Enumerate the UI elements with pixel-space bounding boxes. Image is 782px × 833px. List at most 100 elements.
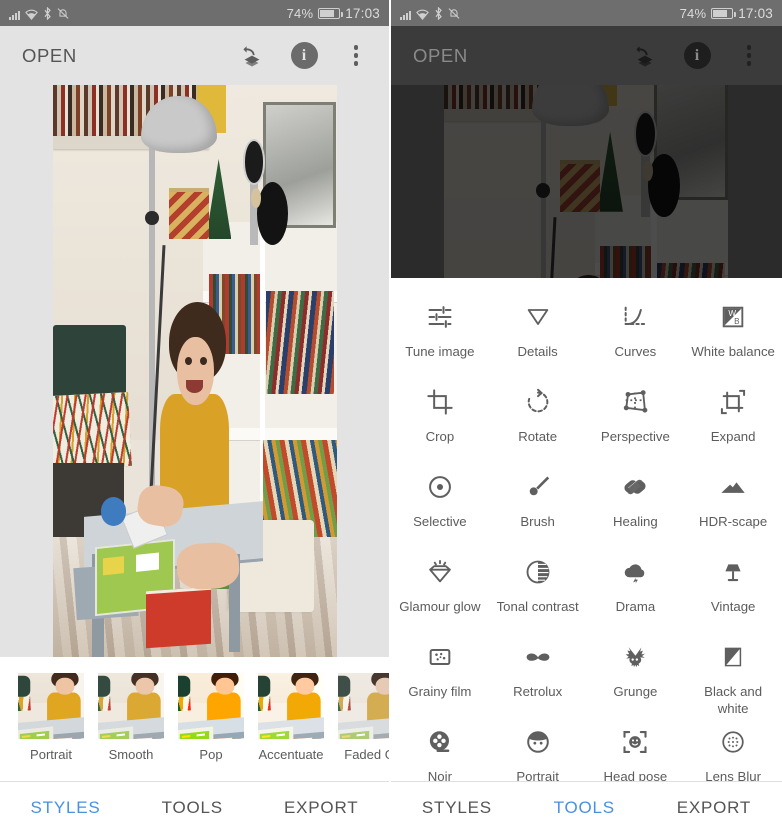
style-thumbnail[interactable] [98, 673, 164, 739]
style-item-faded-glow[interactable]: Faded Gl [338, 673, 389, 762]
bandage-icon [621, 470, 649, 504]
tool-grainy-film[interactable]: Grainy film [391, 636, 489, 721]
signal-icon [400, 9, 411, 20]
edited-photo[interactable] [52, 84, 337, 658]
edit-history-icon[interactable] [630, 41, 660, 71]
face-icon [524, 725, 552, 759]
moustache-icon [524, 640, 552, 674]
tool-label: Vintage [710, 599, 756, 614]
white-balance-icon: W B [719, 300, 747, 334]
brush-icon [524, 470, 552, 504]
mute-icon [57, 7, 69, 20]
curve-icon [621, 300, 649, 334]
storm-cloud-icon [621, 555, 649, 589]
tool-expand[interactable]: Expand [684, 381, 782, 466]
open-button[interactable]: OPEN [413, 45, 630, 67]
tab-export[interactable]: EXPORT [284, 798, 358, 818]
mute-icon [448, 7, 460, 20]
tool-label: Grainy film [408, 684, 472, 699]
style-thumbnail[interactable] [338, 673, 389, 739]
status-bar-right: 74% 17:03 [680, 6, 773, 21]
tool-brush[interactable]: Brush [489, 466, 587, 551]
target-dot-icon [426, 470, 454, 504]
tool-retrolux[interactable]: Retrolux [489, 636, 587, 721]
tool-curves[interactable]: Curves [587, 296, 685, 381]
signal-icon [9, 9, 20, 20]
overflow-menu-icon[interactable] [734, 41, 764, 71]
lamp-icon [719, 555, 747, 589]
tool-details[interactable]: Details [489, 296, 587, 381]
style-thumbnail[interactable] [178, 673, 244, 739]
styles-filmstrip[interactable]: Portrait Smooth Pop Accentuate Faded [0, 657, 389, 775]
style-label: Portrait [30, 747, 72, 762]
tool-healing[interactable]: Healing [587, 466, 685, 551]
tool-label: Rotate [518, 429, 558, 444]
tool-black-and-white[interactable]: Black and white [684, 636, 782, 721]
tab-tools[interactable]: TOOLS [554, 798, 615, 818]
app-bar-actions: i [630, 41, 764, 71]
tool-label: White balance [691, 344, 775, 359]
wifi-icon [25, 9, 38, 20]
style-item-accentuate[interactable]: Accentuate [258, 673, 324, 762]
tab-styles[interactable]: STYLES [422, 798, 492, 818]
tool-label: Details [517, 344, 558, 359]
style-label: Smooth [108, 747, 154, 762]
info-icon[interactable]: i [289, 41, 319, 71]
wifi-icon [416, 9, 429, 20]
clock: 17:03 [345, 5, 380, 21]
style-item-pop[interactable]: Pop [178, 673, 244, 762]
status-bar: 74% 17:03 [0, 0, 389, 26]
overflow-menu-icon[interactable] [341, 41, 371, 71]
tools-grid: Tune image Details Curves W B White bala… [391, 278, 782, 806]
tool-rotate[interactable]: Rotate [489, 381, 587, 466]
lens-blur-icon [719, 725, 747, 759]
left-phone-panel: 74% 17:03 OPEN i Portrait Smooth Pop Acc… [0, 0, 391, 833]
tool-grunge[interactable]: Grunge [587, 636, 685, 721]
info-glyph: i [683, 42, 711, 69]
tool-perspective[interactable]: Perspective [587, 381, 685, 466]
tool-vintage[interactable]: Vintage [684, 551, 782, 636]
perspective-icon [621, 385, 649, 419]
film-reel-icon [426, 725, 454, 759]
info-icon[interactable]: i [682, 41, 712, 71]
style-thumbnail[interactable] [18, 673, 84, 739]
half-circle-icon [524, 555, 552, 589]
screenshot-root: 74% 17:03 OPEN i Portrait Smooth Pop Acc… [0, 0, 782, 833]
tool-crop[interactable]: Crop [391, 381, 489, 466]
tool-white-balance[interactable]: W B White balance [684, 296, 782, 381]
svg-text:B: B [734, 317, 740, 326]
tool-label: Selective [413, 514, 467, 529]
tool-glamour-glow[interactable]: Glamour glow [391, 551, 489, 636]
tool-tonal-contrast[interactable]: Tonal contrast [489, 551, 587, 636]
tool-tune-image[interactable]: Tune image [391, 296, 489, 381]
edited-photo-dimmed[interactable] [444, 85, 728, 278]
battery-icon [318, 7, 343, 19]
bottom-tab-bar: STYLES TOOLS EXPORT [391, 781, 782, 833]
photo-canvas[interactable] [0, 84, 389, 658]
tool-label: Drama [615, 599, 656, 614]
style-thumbnail[interactable] [258, 673, 324, 739]
tab-export[interactable]: EXPORT [677, 798, 751, 818]
tool-label: Crop [425, 429, 455, 444]
tool-drama[interactable]: Drama [587, 551, 685, 636]
style-item-smooth[interactable]: Smooth [98, 673, 164, 762]
dimmed-photo-preview[interactable] [391, 85, 782, 278]
triangle-down-icon [524, 300, 552, 334]
tool-hdr-scape[interactable]: HDR-scape [684, 466, 782, 551]
status-bar: 74% 17:03 [391, 0, 782, 26]
battery-percent: 74% [679, 5, 707, 21]
clock: 17:03 [738, 5, 773, 21]
bottom-tab-bar: STYLES TOOLS EXPORT [0, 781, 389, 833]
mountains-icon [719, 470, 747, 504]
bluetooth-icon [434, 7, 443, 20]
tool-label: Tune image [405, 344, 475, 359]
tool-label: Curves [614, 344, 657, 359]
edit-history-icon[interactable] [237, 41, 267, 71]
style-item-portrait[interactable]: Portrait [18, 673, 84, 762]
tool-label: Expand [710, 429, 756, 444]
tab-tools[interactable]: TOOLS [162, 798, 223, 818]
tool-selective[interactable]: Selective [391, 466, 489, 551]
tab-styles[interactable]: STYLES [31, 798, 101, 818]
open-button[interactable]: OPEN [22, 45, 237, 67]
tool-label: Healing [613, 514, 658, 529]
